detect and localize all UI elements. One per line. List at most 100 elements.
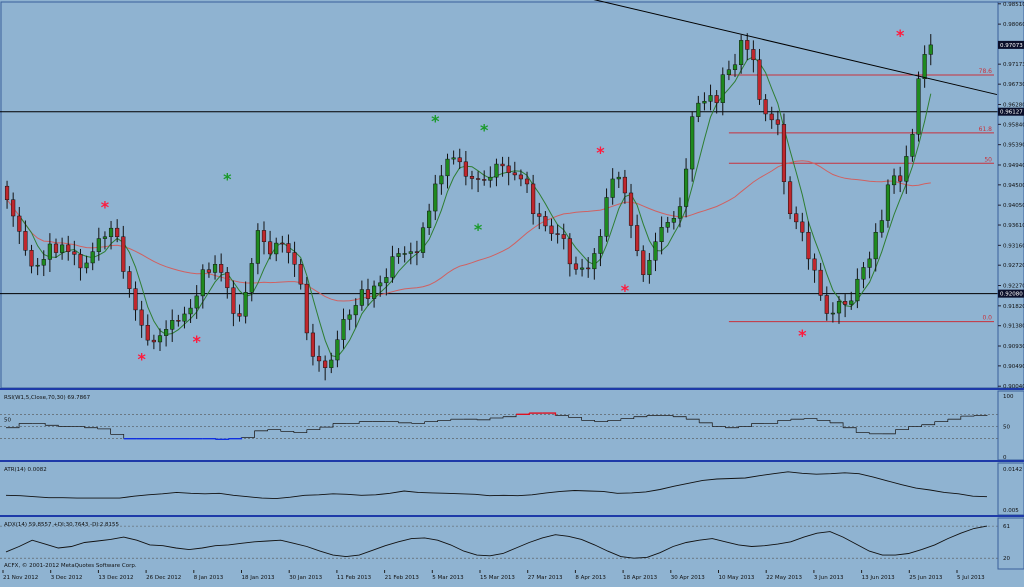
price-tick-label: 0.95840 xyxy=(1003,122,1024,128)
candle-body xyxy=(396,253,401,257)
candle-body xyxy=(800,221,805,233)
candle-body xyxy=(806,231,811,260)
candle-body xyxy=(702,101,707,104)
candle-body xyxy=(84,262,89,269)
candle-body xyxy=(849,300,854,305)
candle-body xyxy=(812,258,817,271)
x-tick-label: 3 Jun 2013 xyxy=(814,575,844,581)
fib-level-label: 0.0 xyxy=(982,315,992,322)
x-tick-label: 30 Apr 2013 xyxy=(671,575,706,581)
rsi-step-segment xyxy=(215,438,230,440)
candle-body xyxy=(231,287,236,314)
candle-body xyxy=(414,251,420,253)
candle-body xyxy=(537,213,542,217)
candle-body xyxy=(898,175,903,182)
price-tick-label: 0.94940 xyxy=(1003,163,1024,169)
candle-body xyxy=(855,278,860,302)
candle-body xyxy=(469,176,475,179)
trading-chart: 78.6 61.8 50 0.0 * * * * * * * * * * * 0.98510 0.98060 0.… xyxy=(0,0,1024,583)
candle-body xyxy=(843,301,848,305)
candle-body xyxy=(139,309,144,326)
candle-body xyxy=(72,251,77,255)
candle-body xyxy=(506,165,511,173)
candle-body xyxy=(359,289,364,306)
current-price-label: 0.97073 xyxy=(1000,43,1023,49)
fib-level-label: 61.8 xyxy=(979,126,993,133)
price-tick-label: 0.91820 xyxy=(1003,304,1024,310)
candle-body xyxy=(677,206,683,219)
candle-body xyxy=(261,230,267,242)
candle-body xyxy=(378,282,383,287)
candle-body xyxy=(188,307,193,315)
candle-body xyxy=(647,259,652,275)
candle-body xyxy=(463,161,468,177)
candle-body xyxy=(237,313,242,317)
fractal-marker-green: * xyxy=(480,121,489,140)
price-axis-background xyxy=(997,1,1024,389)
candle-body xyxy=(904,156,909,182)
fractal-marker-red: * xyxy=(798,326,807,345)
candle-body xyxy=(255,230,260,264)
candle-body xyxy=(885,184,891,221)
candle-body xyxy=(420,227,426,253)
atr-tick-bottom: 0.005 xyxy=(1003,508,1019,514)
candle-body xyxy=(335,339,340,361)
candle-body xyxy=(298,264,303,285)
candle-body xyxy=(219,264,224,273)
x-tick-label: 21 Nov 2012 xyxy=(3,575,38,581)
candle-body xyxy=(439,175,444,185)
candle-body xyxy=(427,210,432,228)
x-tick-label: 26 Dec 2012 xyxy=(146,575,181,581)
candle-body xyxy=(910,134,915,157)
candle-body xyxy=(243,292,248,317)
x-tick-label: 5 Jul 2013 xyxy=(957,575,985,581)
price-tick-label: 0.93610 xyxy=(1003,223,1024,229)
candle-body xyxy=(157,335,163,343)
price-tick-label: 0.94050 xyxy=(1003,203,1024,209)
copyright-notice: ACFX, © 2001-2012 MetaQuotes Software Co… xyxy=(4,562,137,569)
candle-body xyxy=(922,54,927,79)
fractal-marker-red: * xyxy=(596,143,605,162)
candle-body xyxy=(928,44,933,55)
candle-body xyxy=(316,356,322,362)
price-tick-label: 0.96280 xyxy=(1003,102,1024,108)
price-tick-label: 0.96730 xyxy=(1003,82,1024,88)
x-tick-label: 15 Mar 2013 xyxy=(480,575,515,581)
candle-body xyxy=(145,324,150,341)
candle-body xyxy=(41,259,46,266)
candle-body xyxy=(353,305,358,316)
candle-body xyxy=(598,236,603,254)
candle-body xyxy=(653,241,658,261)
price-tick-label: 0.95390 xyxy=(1003,143,1024,149)
candle-body xyxy=(212,264,218,273)
candle-body xyxy=(794,213,799,223)
fractal-marker-red: * xyxy=(137,350,146,369)
fractal-marker-red: * xyxy=(621,281,630,300)
candle-body xyxy=(133,288,138,311)
atr-tick-top: 0.0142 xyxy=(1003,467,1022,473)
price-tick-label: 0.90930 xyxy=(1003,344,1024,350)
candle-body xyxy=(11,199,16,217)
candle-body xyxy=(476,178,481,180)
candle-body xyxy=(402,253,407,255)
adx-tick-top: 61 xyxy=(1003,524,1010,530)
candle-body xyxy=(60,244,65,253)
candle-body xyxy=(891,175,897,186)
candle-body xyxy=(53,243,59,253)
candle-body xyxy=(830,312,835,315)
x-tick-label: 22 May 2013 xyxy=(766,575,802,581)
candle-body xyxy=(457,157,462,163)
x-tick-label: 30 Jan 2013 xyxy=(289,575,322,581)
fractal-marker-red: * xyxy=(896,26,905,45)
candle-body xyxy=(665,222,670,228)
candle-body xyxy=(182,313,187,322)
candle-body xyxy=(164,329,169,336)
candle-body xyxy=(628,192,634,226)
candle-body xyxy=(408,251,413,254)
candle-body xyxy=(194,295,199,309)
candle-body xyxy=(206,269,212,273)
rsi-axis-background xyxy=(997,390,1024,461)
price-tick-label: 0.94500 xyxy=(1003,183,1024,189)
candle-body xyxy=(323,360,328,368)
fib-level-label: 78.6 xyxy=(979,68,993,75)
